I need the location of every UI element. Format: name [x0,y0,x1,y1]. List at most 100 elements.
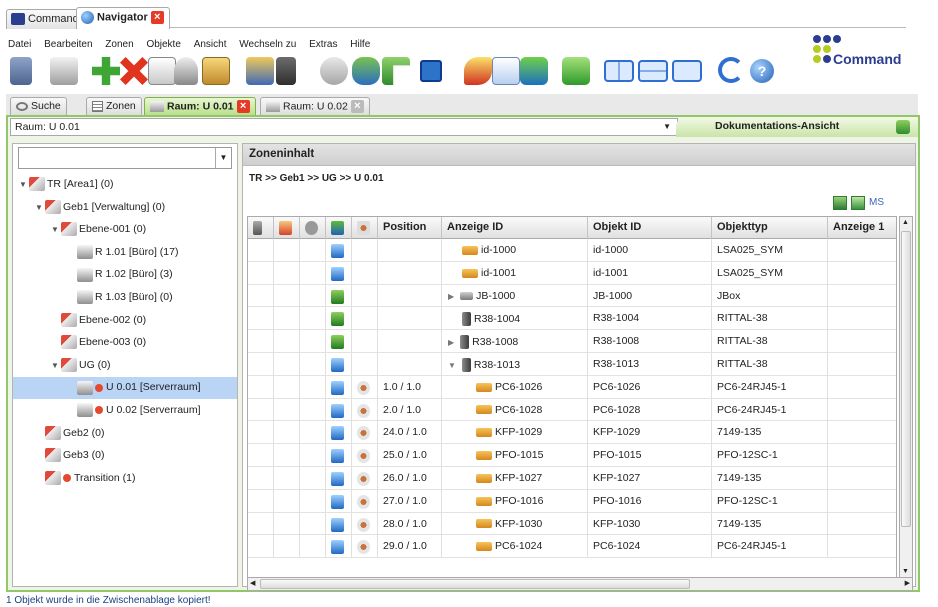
objects-icon[interactable] [326,217,352,239]
network-icon[interactable] [352,57,380,85]
tree-node[interactable]: Geb2 (0) [13,423,237,445]
table-row[interactable]: R38-1004 R38-1004 RITTAL-38 [248,307,896,331]
ms-export-link[interactable]: MS [869,197,884,208]
table-row[interactable]: 24.0 / 1.0 KFP-1029 KFP-1029 7149-135 [248,421,896,445]
refresh-icon[interactable] [718,57,744,83]
table-row[interactable]: 25.0 / 1.0 PFO-1015 PFO-1015 PFO-12SC-1 [248,444,896,467]
paste-icon[interactable] [202,57,230,85]
scroll-thumb[interactable] [901,231,911,527]
menu-hilfe[interactable]: Hilfe [348,38,372,51]
horizontal-scrollbar[interactable]: ◀ ▶ [247,577,913,591]
table-row[interactable]: 27.0 / 1.0 PFO-1016 PFO-1016 PFO-12SC-1 [248,489,896,513]
document-edit-icon[interactable] [492,57,520,85]
tab-navigator[interactable]: Navigator × [76,7,170,29]
tree-structure-icon[interactable] [382,57,410,85]
brush-icon[interactable] [464,57,492,85]
table-row[interactable]: ▼ R38-1013 R38-1013 RITTAL-38 [248,353,896,376]
tab-raum-u002[interactable]: Raum: U 0.02 × [260,97,370,115]
excel-export-all-icon[interactable] [851,196,865,210]
split-grid-icon[interactable] [672,60,702,82]
chevron-up-icon[interactable]: ▲ [902,219,909,226]
gear-icon[interactable] [300,217,326,239]
table-row[interactable]: 1.0 / 1.0 PC6-1026 PC6-1026 PC6-24RJ45-1 [248,375,896,399]
menu-datei[interactable]: Datei [6,38,33,51]
tab-suche[interactable]: Suche [10,97,67,115]
table-row[interactable]: id-1001 id-1001 LSA025_SYM [248,261,896,285]
col-position[interactable]: Position [378,217,442,239]
tree-node[interactable]: ▼ UG (0) [13,355,237,377]
chevron-down-icon[interactable]: ▼ [902,568,909,575]
close-icon[interactable]: × [236,100,250,113]
tree-node[interactable]: ▼ Geb1 [Verwaltung] (0) [13,197,237,219]
green-cube-icon[interactable] [562,57,590,85]
menu-ansicht[interactable]: Ansicht [192,38,229,51]
vertical-scrollbar[interactable]: ▲ ▼ [899,216,913,578]
menu-zonen[interactable]: Zonen [103,38,135,51]
user-icon[interactable] [274,217,300,239]
col-anzeige-1[interactable]: Anzeige 1 [828,217,896,239]
tree-node[interactable]: Ebene-002 (0) [13,310,237,332]
rack-icon[interactable] [276,57,296,85]
close-icon[interactable]: × [350,100,364,113]
split-vertical-icon[interactable] [604,60,634,82]
col-objekt-id[interactable]: Objekt ID [588,217,712,239]
chevron-right-icon[interactable]: ▶ [905,579,910,587]
col-objekttyp[interactable]: Objekttyp [712,217,828,239]
tree-node[interactable]: R 1.02 [Büro] (3) [13,264,237,286]
menu-wechseln-zu[interactable]: Wechseln zu [237,38,298,51]
tree-filter-select[interactable]: ▼ [18,147,232,169]
table-row[interactable]: 29.0 / 1.0 PC6-1024 PC6-1024 PC6-24RJ45-1 [248,535,896,559]
col-anzeige-id[interactable]: Anzeige ID [442,217,588,239]
exit-door-icon[interactable] [10,57,32,85]
tree-node[interactable]: ▼ TR [Area1] (0) [13,174,237,196]
copy-icon[interactable] [148,57,176,85]
collapse-arrow-icon[interactable]: ▼ [448,361,456,370]
expand-arrow-icon[interactable]: ▼ [51,220,61,240]
cut-icon[interactable] [174,57,198,85]
tab-zonen[interactable]: Zonen [86,97,142,115]
expand-arrow-icon[interactable]: ▶ [448,338,454,347]
table-row[interactable]: 28.0 / 1.0 KFP-1030 KFP-1030 7149-135 [248,512,896,536]
tree-node[interactable]: U 0.01 [Serverraum] [13,377,237,400]
objekt-id-cell: R38-1004 [588,307,712,330]
print-icon[interactable] [50,57,78,85]
table-row[interactable]: 26.0 / 1.0 KFP-1027 KFP-1027 7149-135 [248,467,896,490]
delete-icon[interactable] [120,57,148,85]
expand-arrow-icon[interactable]: ▶ [448,292,454,301]
chevron-left-icon[interactable]: ◀ [250,579,255,587]
tree-node[interactable]: ▼ Ebene-001 (0) [13,219,237,241]
table-row[interactable]: id-1000 id-1000 LSA025_SYM [248,239,896,262]
table-row[interactable]: 2.0 / 1.0 PC6-1028 PC6-1028 PC6-24RJ45-1 [248,398,896,422]
blue-object-icon [331,449,344,464]
tab-command[interactable]: Command [6,9,85,29]
scroll-thumb[interactable] [260,579,690,589]
expand-arrow-icon[interactable]: ▼ [51,356,61,376]
room-select[interactable]: Raum: U 0.01 ▼ [10,118,678,136]
add-icon[interactable] [92,57,120,85]
tree-node[interactable]: R 1.03 [Büro] (0) [13,287,237,309]
menu-bearbeiten[interactable]: Bearbeiten [42,38,94,51]
menu-extras[interactable]: Extras [307,38,339,51]
tree-node[interactable]: Ebene-003 (0) [13,332,237,354]
tab-raum-u001[interactable]: Raum: U 0.01 × [144,97,256,115]
table-row[interactable]: ▶ R38-1008 R38-1008 RITTAL-38 [248,330,896,353]
table-row[interactable]: ▶ JB-1000 JB-1000 JBox [248,284,896,308]
clip-icon[interactable] [248,217,274,239]
tree-node[interactable]: Geb3 (0) [13,445,237,467]
tree-node[interactable]: U 0.02 [Serverraum] [13,400,237,422]
tree-node[interactable]: Transition (1) [13,468,237,490]
excel-export-icon[interactable] [833,196,847,210]
close-icon[interactable]: × [150,11,164,24]
expand-arrow-icon[interactable]: ▼ [19,175,29,195]
expand-arrow-icon[interactable]: ▼ [35,198,45,218]
help-icon[interactable]: ? [750,59,774,83]
zone-users-icon[interactable] [246,57,274,85]
menu-objekte[interactable]: Objekte [144,38,182,51]
info-icon[interactable] [420,60,442,82]
tree-node[interactable]: R 1.01 [Büro] (17) [13,242,237,264]
split-horizontal-icon[interactable] [638,60,668,82]
cable-icon[interactable] [320,57,348,85]
objects-icon[interactable] [520,57,548,85]
connection-icon[interactable] [352,217,378,239]
tab-command-label: Command [28,13,79,25]
